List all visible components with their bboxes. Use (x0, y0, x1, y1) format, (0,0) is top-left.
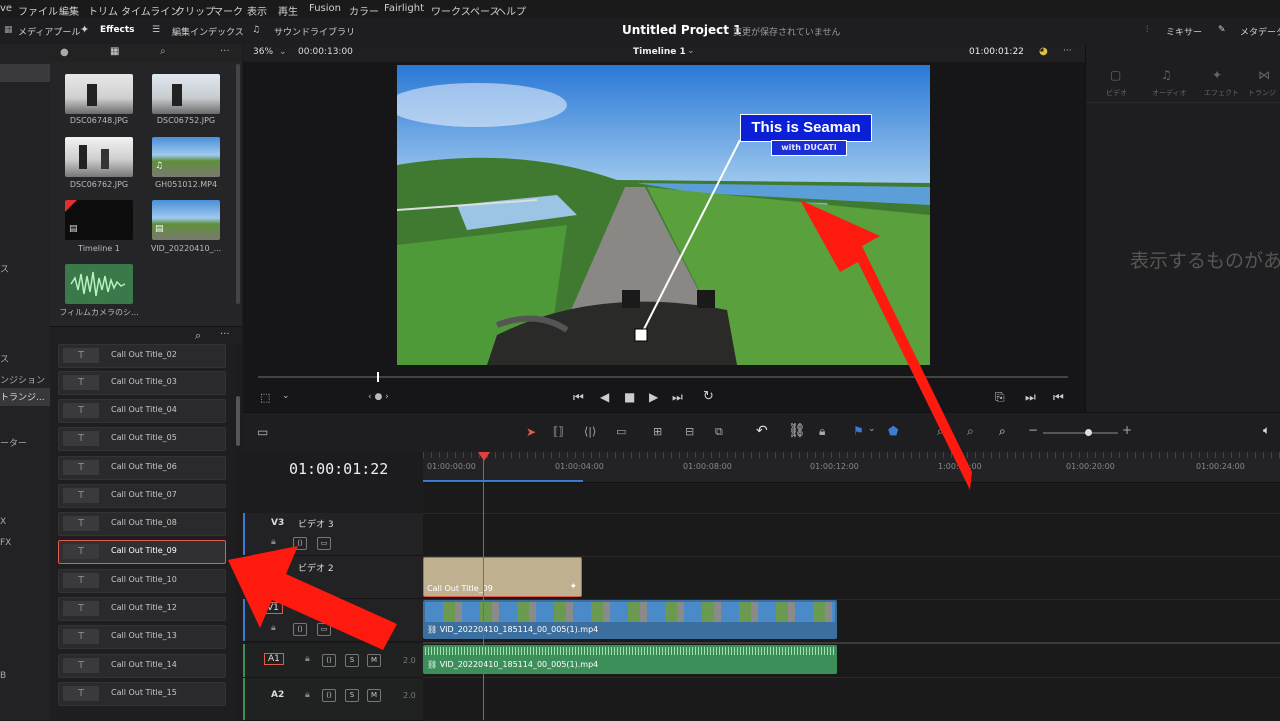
annotation-arrows (228, 200, 972, 650)
arrow-to-effect (228, 546, 397, 650)
arrow-to-title (800, 200, 972, 490)
